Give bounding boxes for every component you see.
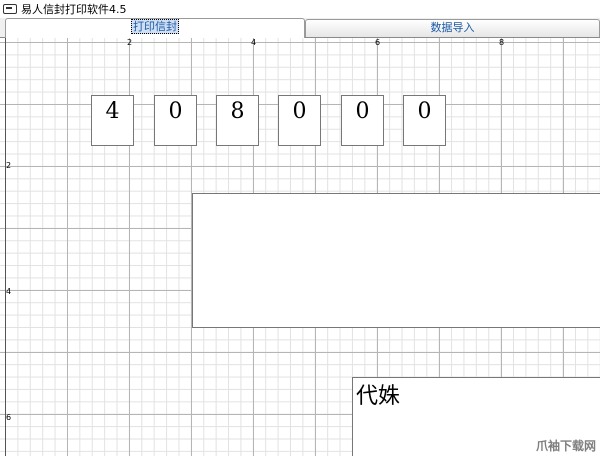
ruler-y-label: 6 xyxy=(6,413,12,422)
sender-text: 代姝 xyxy=(356,384,401,409)
envelope-app-icon xyxy=(3,4,17,14)
postcode-box-5[interactable]: 0 xyxy=(341,95,384,146)
tab-bar: 打印信封 数据导入 xyxy=(0,18,600,38)
ruler-x-label: 6 xyxy=(375,38,381,47)
postcode-box-4[interactable]: 0 xyxy=(278,95,321,146)
canvas-left-edge xyxy=(5,38,6,456)
postcode-box-6[interactable]: 0 xyxy=(403,95,446,146)
title-bar: 易人信封打印软件4.5 xyxy=(0,0,600,18)
envelope-design-canvas[interactable]: 2 4 6 8 2 4 6 4 0 8 0 0 0 代姝 xyxy=(0,38,600,456)
ruler-x-label: 2 xyxy=(127,38,133,47)
ruler-y-label: 4 xyxy=(6,287,12,296)
tab-print-envelope[interactable]: 打印信封 xyxy=(5,18,305,38)
postcode-box-2[interactable]: 0 xyxy=(154,95,197,146)
ruler-x-label: 8 xyxy=(499,38,505,47)
window-title: 易人信封打印软件4.5 xyxy=(21,3,127,16)
recipient-address-box[interactable] xyxy=(192,193,600,328)
tab-label: 数据导入 xyxy=(430,21,475,34)
ruler-y-label: 2 xyxy=(6,161,12,170)
watermark-logo: 爪袖下载网 xyxy=(535,439,596,453)
postcode-box-1[interactable]: 4 xyxy=(91,95,134,146)
tab-label: 打印信封 xyxy=(131,19,179,34)
postcode-box-3[interactable]: 8 xyxy=(216,95,259,146)
tab-data-import[interactable]: 数据导入 xyxy=(305,19,600,37)
ruler-x-label: 4 xyxy=(251,38,257,47)
